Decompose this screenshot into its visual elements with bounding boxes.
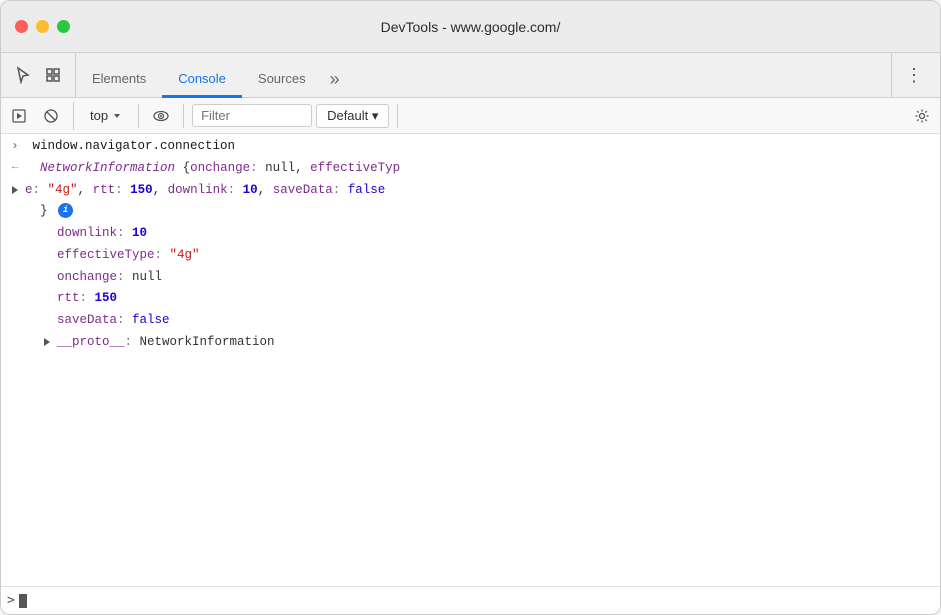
log-level-button[interactable]: Default ▾	[316, 104, 389, 128]
live-expressions-button[interactable]	[147, 102, 175, 130]
dropdown-arrow-icon	[112, 111, 122, 121]
console-toolbar-left	[5, 102, 74, 130]
toolbar-left	[5, 53, 76, 97]
prop-downlink: downlink: 10	[1, 223, 940, 245]
divider2	[183, 104, 184, 128]
prop-arrow	[37, 224, 57, 226]
window-title: DevTools - www.google.com/	[381, 19, 561, 35]
eye-icon	[152, 107, 170, 125]
console-output-line-1: ← NetworkInformation {onchange: null, ef…	[1, 158, 940, 180]
console-output-line-3: } i	[1, 201, 940, 223]
cursor-icon[interactable]	[9, 61, 37, 89]
prop-proto-content: __proto__: NetworkInformation	[57, 333, 936, 352]
prop-onchange-content: onchange: null	[57, 268, 936, 287]
tab-elements[interactable]: Elements	[76, 62, 162, 98]
prop-rtt-content: rtt: 150	[57, 289, 936, 308]
tab-bar-right: ⋮	[891, 53, 936, 97]
prop-arrow3	[37, 268, 57, 270]
console-settings-button[interactable]	[908, 102, 936, 130]
context-selector[interactable]: top	[82, 103, 130, 129]
log-level-arrow: ▾	[372, 108, 379, 123]
inspect-icon[interactable]	[39, 61, 67, 89]
prop-onchange: onchange: null	[1, 267, 940, 289]
context-label: top	[90, 108, 108, 123]
console-output-line-2: e: "4g", rtt: 150, downlink: 10, saveDat…	[1, 180, 940, 202]
clear-console-button[interactable]	[37, 102, 65, 130]
gear-icon	[914, 108, 930, 124]
input-command: window.navigator.connection	[25, 137, 936, 156]
close-button[interactable]	[15, 20, 28, 33]
output-content-3: } i	[25, 202, 936, 221]
prop-rtt: rtt: 150	[1, 288, 940, 310]
tab-list: Elements Console Sources »	[76, 53, 891, 97]
proto-expand-arrow[interactable]	[37, 333, 57, 349]
console-toolbar: top Default ▾	[1, 98, 940, 134]
filter-input[interactable]	[192, 104, 312, 127]
minimize-button[interactable]	[36, 20, 49, 33]
execute-icon[interactable]	[5, 102, 33, 130]
prop-effectivetype: effectiveType: "4g"	[1, 245, 940, 267]
more-options-button[interactable]: ⋮	[900, 61, 928, 89]
maximize-button[interactable]	[57, 20, 70, 33]
console-input-line: › window.navigator.connection	[1, 136, 940, 158]
obj-name: NetworkInformation	[40, 161, 175, 175]
cursor-blink	[19, 594, 27, 608]
prop-savedata-content: saveData: false	[57, 311, 936, 330]
expand-arrow[interactable]	[5, 181, 25, 197]
more-tabs-button[interactable]: »	[322, 61, 348, 97]
divider3	[397, 104, 398, 128]
divider	[138, 104, 139, 128]
window-controls	[15, 20, 70, 33]
tab-console[interactable]: Console	[162, 62, 242, 98]
prop-savedata: saveData: false	[1, 310, 940, 332]
output-content-1: NetworkInformation {onchange: null, effe…	[25, 159, 936, 178]
console-input-bar: >	[1, 586, 940, 614]
devtools-window: DevTools - www.google.com/	[0, 0, 941, 615]
title-bar: DevTools - www.google.com/	[1, 1, 940, 53]
tab-sources[interactable]: Sources	[242, 62, 322, 98]
empty-arrow	[5, 202, 25, 204]
prop-proto: __proto__: NetworkInformation	[1, 332, 940, 354]
prop-downlink-content: downlink: 10	[57, 224, 936, 243]
prop-effectivetype-content: effectiveType: "4g"	[57, 246, 936, 265]
prop-arrow5	[37, 311, 57, 313]
info-badge[interactable]: i	[58, 203, 73, 218]
prop-arrow2	[37, 246, 57, 248]
console-output: › window.navigator.connection ← NetworkI…	[1, 134, 940, 586]
output-arrow: ←	[5, 159, 25, 173]
tab-bar: Elements Console Sources » ⋮	[1, 53, 940, 98]
prop-arrow4	[37, 289, 57, 291]
console-prompt: >	[7, 593, 15, 608]
output-content-2: e: "4g", rtt: 150, downlink: 10, saveDat…	[25, 181, 936, 200]
input-arrow: ›	[5, 137, 25, 153]
